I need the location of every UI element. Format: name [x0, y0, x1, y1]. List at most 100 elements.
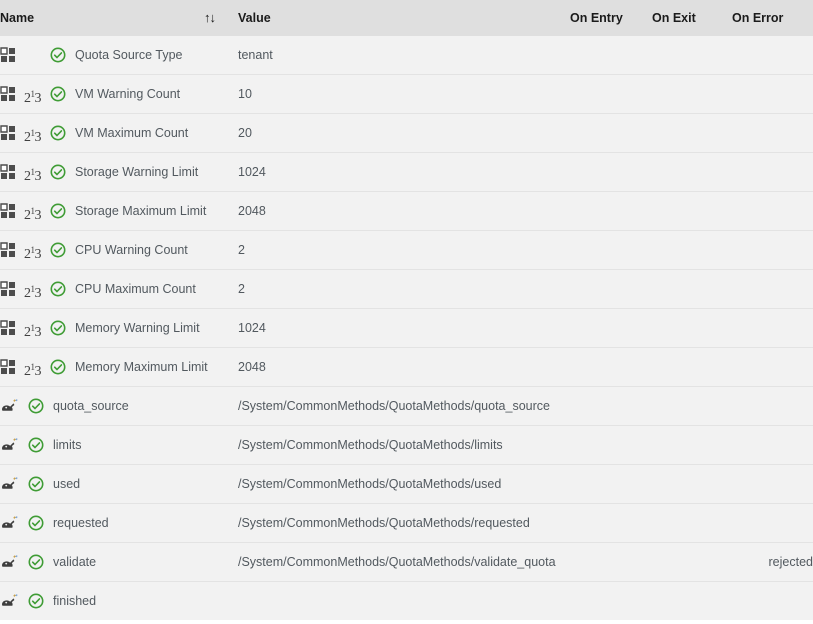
table-row[interactable]: used/System/CommonMethods/QuotaMethods/u… — [0, 464, 813, 504]
check-circle-icon — [50, 164, 66, 180]
table-row[interactable]: 213 VM Maximum Count 20 — [0, 113, 813, 153]
cell-on-error — [732, 269, 813, 309]
cell-name: 213 Memory Maximum Limit — [0, 347, 238, 387]
check-circle-icon — [50, 359, 66, 375]
cell-name: validate — [0, 542, 238, 582]
table-row[interactable]: 213 CPU Maximum Count 2 — [0, 269, 813, 309]
column-header-on-error[interactable]: On Error — [732, 0, 813, 36]
cell-on-entry — [570, 36, 652, 75]
cell-name: 213 Storage Maximum Limit — [0, 191, 238, 231]
grid-icon — [0, 203, 16, 219]
cell-on-exit — [652, 308, 732, 348]
cell-on-error — [732, 36, 813, 75]
check-circle-icon — [50, 125, 66, 141]
number-icon: 213 — [24, 323, 42, 341]
cell-on-entry — [570, 386, 652, 426]
sort-ascending-descending-icon[interactable]: ↑↓ — [204, 10, 224, 26]
field-value-label: /System/CommonMethods/QuotaMethods/limit… — [238, 438, 503, 453]
table-row[interactable]: 213 CPU Warning Count 2 — [0, 230, 813, 270]
column-header-on-exit-label: On Exit — [652, 11, 696, 25]
field-value-label: 10 — [238, 87, 252, 102]
ruby-method-icon — [0, 554, 19, 570]
table-row[interactable]: 213Quota Source Typetenant — [0, 36, 813, 75]
table-row[interactable]: limits/System/CommonMethods/QuotaMethods… — [0, 425, 813, 465]
cell-on-entry — [570, 503, 652, 543]
field-value-label: /System/CommonMethods/QuotaMethods/quota… — [238, 399, 550, 414]
cell-name: quota_source — [0, 386, 238, 426]
field-name-label: used — [53, 476, 81, 491]
cell-name: 213 Storage Warning Limit — [0, 152, 238, 192]
cell-name: 213 CPU Maximum Count — [0, 269, 238, 309]
table-body: 213Quota Source Typetenant213VM Warning … — [0, 36, 813, 621]
cell-value: /System/CommonMethods/QuotaMethods/reque… — [238, 503, 570, 543]
cell-on-entry — [570, 464, 652, 504]
field-value-label: 2048 — [238, 360, 266, 375]
table-row[interactable]: 213 VM Warning Count 10 — [0, 74, 813, 114]
cell-on-entry — [570, 269, 652, 309]
table-row[interactable]: 213 Memory Maximum Limit 2048 — [0, 347, 813, 387]
table-row[interactable]: 213 Storage Warning Limit 1024 — [0, 152, 813, 192]
ruby-method-icon — [0, 476, 19, 492]
cell-on-exit — [652, 386, 732, 426]
number-icon: 213 — [24, 284, 42, 302]
number-icon: 213 — [24, 362, 42, 380]
cell-on-exit — [652, 503, 732, 543]
table-row[interactable]: requested/System/CommonMethods/QuotaMeth… — [0, 503, 813, 543]
cell-value — [238, 581, 570, 621]
grid-icon — [0, 281, 16, 297]
cell-value: /System/CommonMethods/QuotaMethods/valid… — [238, 542, 570, 582]
field-name-label: Memory Maximum Limit — [75, 359, 208, 374]
column-header-name[interactable]: Name ↑↓ — [0, 0, 238, 36]
grid-icon — [0, 242, 16, 258]
cell-on-entry — [570, 425, 652, 465]
cell-on-entry — [570, 230, 652, 270]
cell-value: /System/CommonMethods/QuotaMethods/limit… — [238, 425, 570, 465]
automate-instance-fields-table: Name ↑↓ Value On Entry On Exit On Error … — [0, 0, 813, 621]
check-circle-icon — [28, 437, 44, 453]
cell-on-error — [732, 152, 813, 192]
column-header-on-entry-label: On Entry — [570, 11, 623, 25]
field-name-label: limits — [53, 437, 82, 452]
table-row[interactable]: quota_source/System/CommonMethods/QuotaM… — [0, 386, 813, 426]
check-circle-icon — [50, 320, 66, 336]
cell-on-entry — [570, 191, 652, 231]
grid-icon — [0, 359, 16, 375]
column-header-value[interactable]: Value — [238, 0, 570, 36]
cell-value: 1024 — [238, 152, 570, 192]
check-circle-icon — [50, 281, 66, 297]
field-name-label: validate — [53, 554, 97, 569]
check-circle-icon — [50, 47, 66, 63]
number-icon: 213 — [24, 245, 42, 263]
cell-name: 213 VM Maximum Count — [0, 113, 238, 153]
cell-on-exit — [652, 581, 732, 621]
cell-on-entry — [570, 581, 652, 621]
cell-on-exit — [652, 230, 732, 270]
cell-on-error — [732, 113, 813, 153]
check-circle-icon — [50, 203, 66, 219]
cell-on-exit — [652, 113, 732, 153]
check-circle-icon — [28, 515, 44, 531]
column-header-on-exit[interactable]: On Exit — [652, 0, 732, 36]
cell-on-exit — [652, 152, 732, 192]
ruby-method-icon — [0, 398, 19, 414]
field-value-label: 2048 — [238, 204, 266, 219]
table-row[interactable]: 213 Memory Warning Limit 1024 — [0, 308, 813, 348]
field-name-label: CPU Maximum Count — [75, 281, 196, 296]
table-row[interactable]: 213 Storage Maximum Limit 2048 — [0, 191, 813, 231]
cell-on-exit — [652, 347, 732, 387]
ruby-method-icon — [0, 593, 19, 609]
cell-on-error — [732, 308, 813, 348]
field-name-label: Quota Source Type — [75, 47, 183, 62]
table-row[interactable]: finished — [0, 581, 813, 621]
table-row[interactable]: validate/System/CommonMethods/QuotaMetho… — [0, 542, 813, 582]
cell-name: finished — [0, 581, 238, 621]
check-circle-icon — [28, 593, 44, 609]
field-name-label: quota_source — [53, 398, 129, 413]
check-circle-icon — [28, 476, 44, 492]
cell-on-error — [732, 581, 813, 621]
cell-on-entry — [570, 74, 652, 114]
field-value-label: 2 — [238, 282, 245, 297]
column-header-name-label: Name — [0, 11, 35, 25]
column-header-on-entry[interactable]: On Entry — [570, 0, 652, 36]
field-name-label: Memory Warning Limit — [75, 320, 200, 335]
